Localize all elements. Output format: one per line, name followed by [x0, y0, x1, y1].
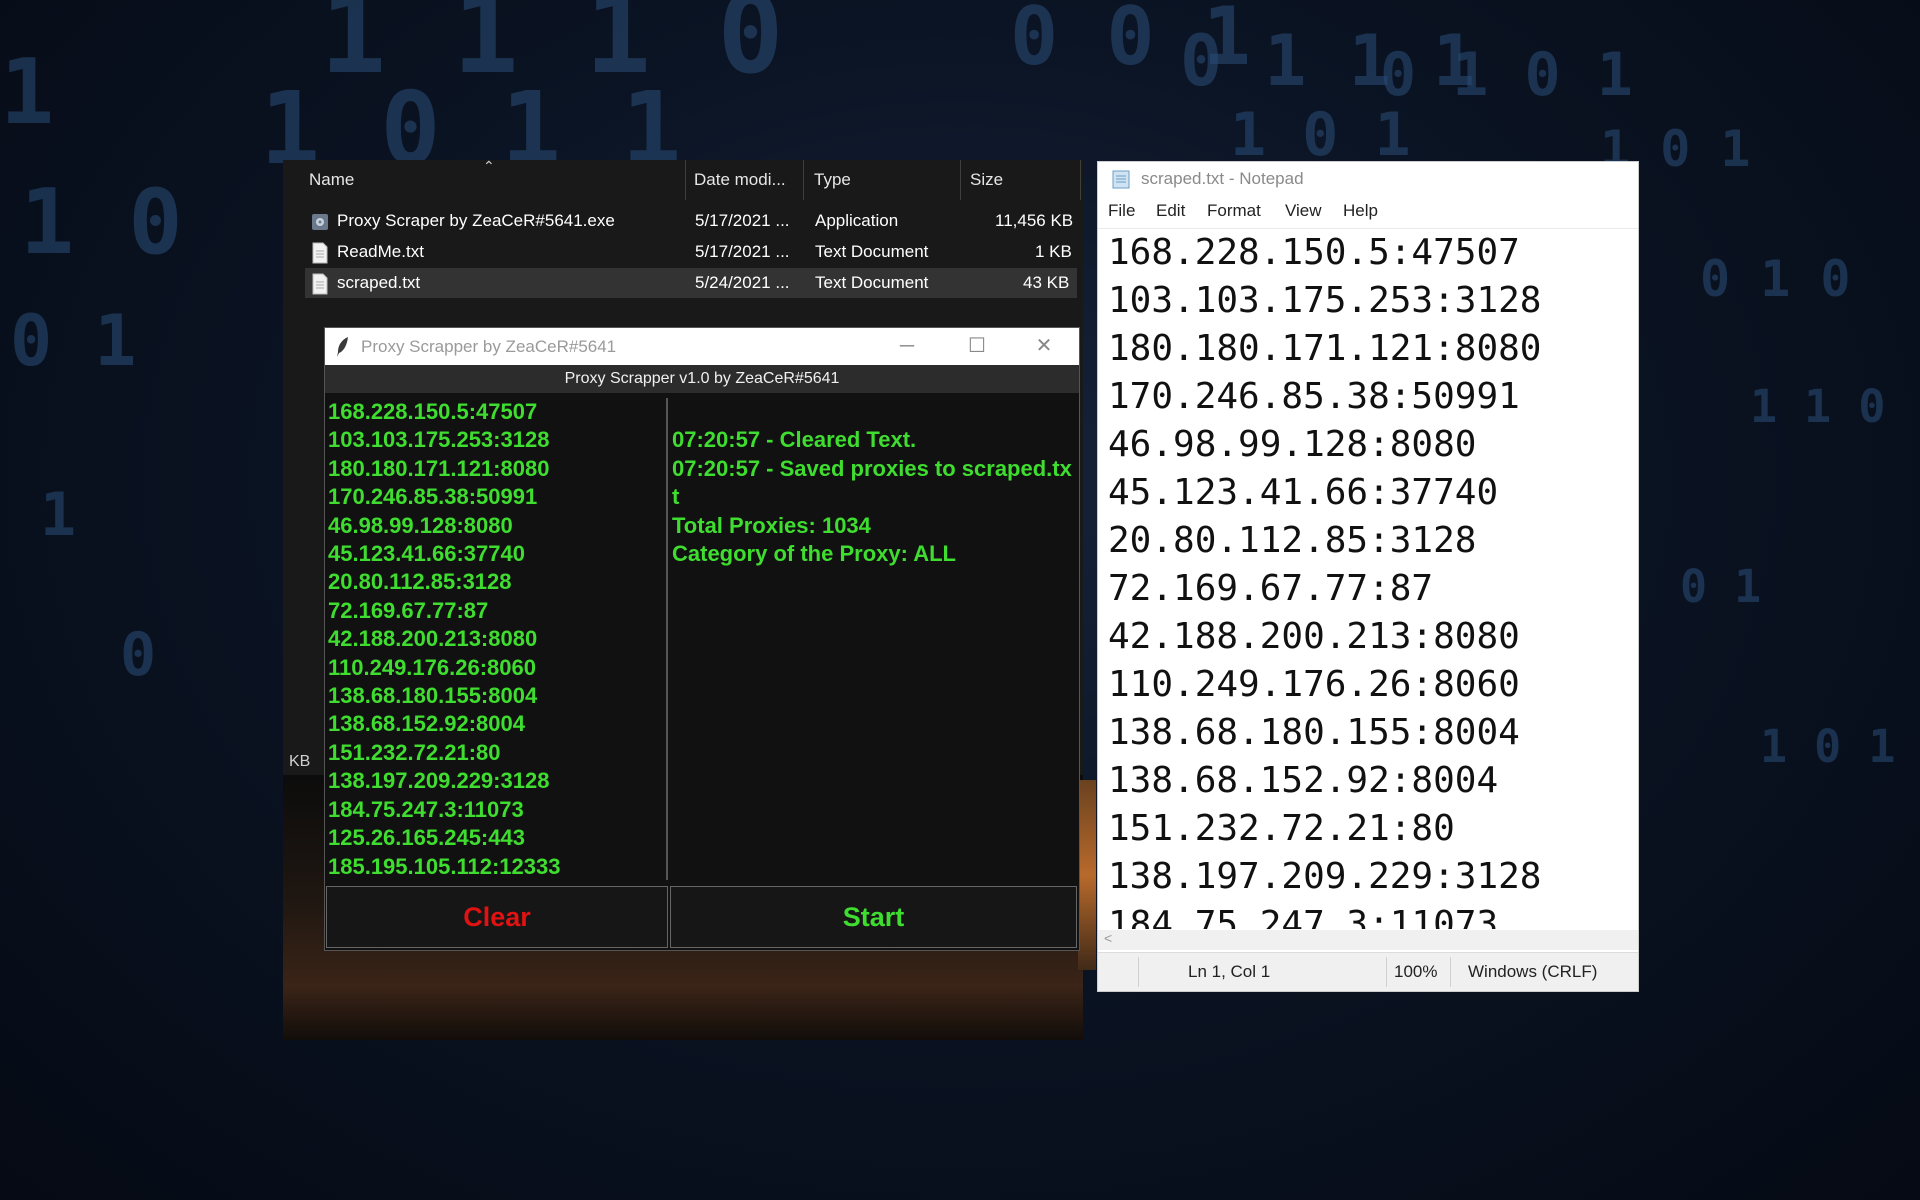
file-row-selected[interactable]: scraped.txt 5/24/2021 ... Text Document …	[305, 268, 1077, 298]
background-window-edge	[1078, 780, 1096, 970]
proxy-list-textbox[interactable]: 168.228.150.5:47507 103.103.175.253:3128…	[326, 398, 668, 880]
column-type[interactable]: Type	[814, 170, 851, 190]
proxy-scrapper-window: Proxy Scrapper by ZeaCeR#5641 ─ ☐ ✕ Prox…	[324, 327, 1080, 951]
line-ending: Windows (CRLF)	[1468, 962, 1598, 981]
text-line: 138.197.209.229:3128	[1108, 856, 1542, 897]
proxy-entry: 72.169.67.77:87	[328, 597, 489, 623]
file-size: 43 KB	[1023, 273, 1070, 292]
column-date[interactable]: Date modi...	[694, 170, 786, 190]
text-file-icon	[312, 273, 328, 295]
log-line: 07:20:57 - Saved proxies to scraped.txt	[672, 455, 1072, 510]
proxy-entry: 42.188.200.213:8080	[328, 626, 538, 652]
column-divider[interactable]	[803, 160, 804, 200]
text-line: 103.103.175.253:3128	[1108, 280, 1542, 321]
text-line: 46.98.99.128:8080	[1108, 424, 1477, 465]
proxy-entry: 184.75.247.3:11073	[328, 796, 524, 822]
app-icon	[312, 214, 328, 230]
text-line: 138.68.152.92:8004	[1108, 760, 1499, 801]
text-line: 184.75.247.3:11073	[1108, 904, 1499, 929]
notepad-window: scraped.txt - Notepad File Edit Format V…	[1097, 161, 1639, 992]
proxy-entry: 168.228.150.5:47507	[328, 399, 538, 424]
status-divider	[1386, 957, 1387, 987]
file-date: 5/17/2021 ...	[695, 211, 790, 230]
file-name: scraped.txt	[337, 273, 421, 292]
notepad-text-area[interactable]: 168.228.150.5:47507 103.103.175.253:3128…	[1098, 228, 1638, 929]
proxy-entry: 180.180.171.121:8080	[328, 455, 550, 481]
proxy-entry: 46.98.99.128:8080	[328, 512, 513, 538]
status-divider	[1138, 957, 1139, 987]
proxy-titlebar[interactable]: Proxy Scrapper by ZeaCeR#5641 ─ ☐ ✕	[325, 328, 1079, 365]
sort-up-icon: ⌃	[483, 158, 495, 174]
text-line: 170.246.85.38:50991	[1108, 376, 1520, 417]
column-divider[interactable]	[1080, 160, 1081, 200]
file-date: 5/24/2021 ...	[695, 273, 790, 292]
minimize-button[interactable]: ─	[882, 330, 932, 362]
proxy-entry: 151.232.72.21:80	[328, 739, 501, 765]
menu-help[interactable]: Help	[1343, 201, 1378, 221]
proxy-app-subtitle: Proxy Scrapper v1.0 by ZeaCeR#5641	[325, 365, 1079, 393]
text-line: 72.169.67.77:87	[1108, 568, 1434, 609]
text-line: 20.80.112.85:3128	[1108, 520, 1477, 561]
proxy-entry: 138.197.209.229:3128	[328, 768, 550, 794]
file-date: 5/17/2021 ...	[695, 242, 790, 261]
menu-edit[interactable]: Edit	[1156, 201, 1185, 221]
proxy-entry: 138.68.152.92:8004	[328, 711, 525, 737]
text-line: 42.188.200.213:8080	[1108, 616, 1520, 657]
cursor-position: Ln 1, Col 1	[1188, 962, 1271, 981]
feather-icon	[337, 337, 348, 357]
proxy-entry: 103.103.175.253:3128	[328, 427, 550, 453]
file-name: Proxy Scraper by ZeaCeR#5641.exe	[337, 211, 615, 230]
file-type: Application	[815, 211, 899, 230]
menu-format[interactable]: Format	[1207, 201, 1261, 221]
text-file-icon	[312, 242, 328, 264]
proxy-entry: 138.68.180.155:8004	[328, 683, 538, 709]
text-line: 151.232.72.21:80	[1108, 808, 1455, 849]
column-name[interactable]: Name	[309, 170, 354, 190]
proxy-entry: 170.246.85.38:50991	[328, 484, 538, 510]
partial-size-label: KB	[289, 753, 311, 770]
file-type: Text Document	[815, 273, 929, 292]
text-line: 45.123.41.66:37740	[1108, 472, 1499, 513]
status-divider	[1450, 957, 1451, 987]
text-line: 180.180.171.121:8080	[1108, 328, 1542, 369]
status-log-textbox[interactable]: 07:20:57 - Cleared Text. 07:20:57 - Save…	[670, 398, 1078, 880]
file-type: Text Document	[815, 242, 929, 261]
notepad-menubar: File Edit Format View Help	[1098, 196, 1638, 226]
text-line: 138.68.180.155:8004	[1108, 712, 1520, 753]
file-name: ReadMe.txt	[337, 242, 424, 261]
text-line: 110.249.176.26:8060	[1108, 664, 1520, 705]
zoom-level: 100%	[1394, 962, 1438, 981]
notepad-icon	[1112, 170, 1130, 189]
proxy-entry: 125.26.165.245:443	[328, 825, 525, 851]
menu-view[interactable]: View	[1285, 201, 1322, 221]
notepad-titlebar[interactable]: scraped.txt - Notepad	[1098, 162, 1638, 196]
proxy-window-title: Proxy Scrapper by ZeaCeR#5641	[361, 337, 617, 356]
notepad-statusbar: Ln 1, Col 1 100% Windows (CRLF)	[1098, 952, 1638, 991]
proxy-entry: 45.123.41.66:37740	[328, 541, 525, 567]
horizontal-scrollbar[interactable]: <	[1098, 930, 1638, 950]
text-line: 168.228.150.5:47507	[1108, 232, 1520, 273]
column-divider[interactable]	[685, 160, 686, 200]
column-size[interactable]: Size	[970, 170, 1003, 190]
notepad-window-title: scraped.txt - Notepad	[1141, 169, 1304, 188]
proxy-entry: 110.249.176.26:8060	[328, 654, 536, 680]
maximize-button[interactable]: ☐	[952, 330, 1002, 362]
start-button[interactable]: Start	[670, 886, 1077, 948]
proxy-entry: 20.80.112.85:3128	[328, 569, 512, 595]
column-divider[interactable]	[960, 160, 961, 200]
log-line: 07:20:57 - Cleared Text.	[672, 427, 917, 453]
file-size: 11,456 KB	[995, 211, 1074, 230]
explorer-column-header: Name ⌃ Date modi... Type Size	[283, 158, 1083, 200]
file-size: 1 KB	[1035, 242, 1072, 261]
menu-file[interactable]: File	[1108, 201, 1135, 221]
clear-button[interactable]: Clear	[326, 886, 668, 948]
log-line: Total Proxies: 1034	[672, 512, 871, 538]
log-line: Category of the Proxy: ALL	[672, 541, 956, 567]
scroll-left-icon[interactable]: <	[1104, 930, 1112, 946]
proxy-entry: 185.195.105.112:12333	[328, 853, 561, 879]
close-button[interactable]: ✕	[1019, 330, 1069, 362]
